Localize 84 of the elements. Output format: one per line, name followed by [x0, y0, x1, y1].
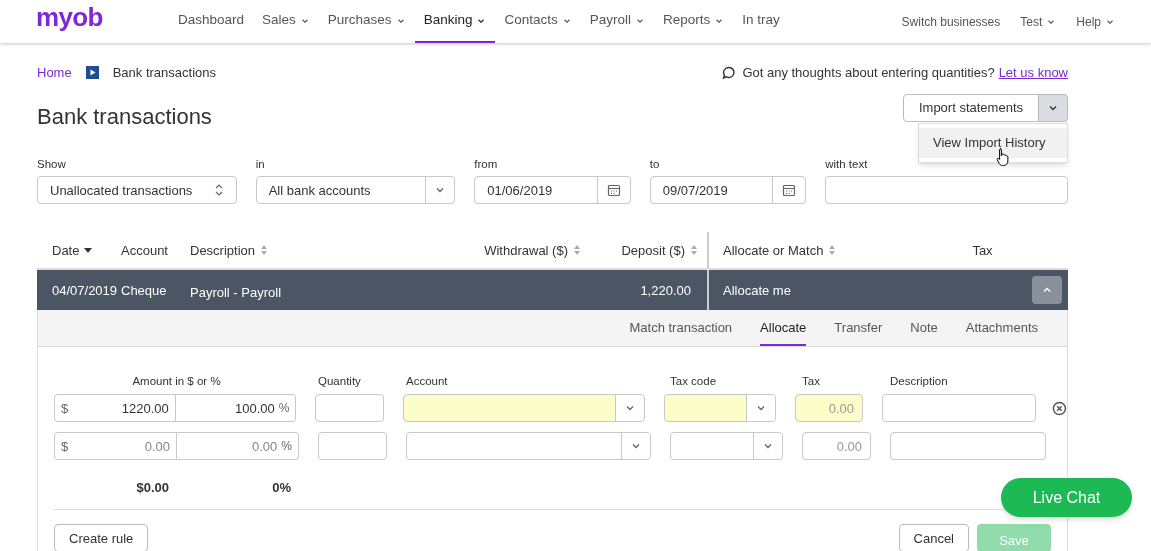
- currency-sign: $: [61, 437, 69, 456]
- quantity-field[interactable]: [318, 432, 387, 461]
- speech-bubble-icon: [722, 65, 737, 80]
- date-field[interactable]: 09/07/2019: [649, 176, 807, 205]
- amount-field[interactable]: $ 1220.00: [54, 394, 176, 423]
- home-link[interactable]: Home: [37, 62, 72, 83]
- column-label: Description: [890, 374, 948, 390]
- play-icon: [85, 66, 99, 79]
- date-field[interactable]: 01/06/2019: [474, 176, 631, 205]
- filter-label: Show: [37, 157, 66, 172]
- column-label: Quantity: [318, 374, 362, 390]
- table-cell-text: Payroll - Payroll: [190, 283, 283, 302]
- quantity-field[interactable]: [315, 394, 384, 423]
- page-title: Bank transactions: [37, 103, 212, 131]
- column-header[interactable]: Account: [121, 240, 168, 260]
- panel-tab[interactable]: Note: [910, 310, 938, 347]
- sort-icon[interactable]: [827, 244, 838, 257]
- updown-icon: [213, 183, 224, 198]
- nav-item[interactable]: Contacts: [495, 0, 581, 43]
- total-amount: $0.00: [135, 478, 169, 497]
- import-menu-button[interactable]: [1039, 94, 1068, 122]
- calendar-icon[interactable]: [782, 183, 797, 198]
- percent-sign: %: [281, 438, 292, 456]
- logo[interactable]: myob: [36, 0, 169, 37]
- column-label: Amount in $ or %: [131, 374, 222, 390]
- percent-sign: %: [278, 400, 290, 418]
- nav-item[interactable]: Reports: [653, 0, 734, 43]
- tax-code-select[interactable]: [670, 432, 783, 461]
- calendar-icon[interactable]: [606, 183, 621, 198]
- panel-tab[interactable]: Match transaction: [629, 310, 733, 347]
- column-header[interactable]: Allocate or Match: [723, 240, 824, 260]
- nav-item[interactable]: Sales: [253, 0, 319, 43]
- column-label: Tax: [802, 374, 821, 390]
- table-cell-text: Cheque: [121, 281, 168, 300]
- panel-tab[interactable]: Transfer: [834, 310, 883, 347]
- filter-label: in: [255, 157, 265, 172]
- currency-sign: $: [61, 399, 69, 418]
- description-field[interactable]: [890, 432, 1046, 461]
- amount-field[interactable]: $ 0.00: [54, 432, 177, 461]
- nav-item[interactable]: Payroll: [580, 0, 654, 43]
- filter-label: from: [474, 157, 498, 172]
- nav-link[interactable]: Switch businesses: [901, 12, 1001, 31]
- filter-label: with text: [825, 157, 868, 172]
- column-header[interactable]: Tax: [972, 240, 993, 260]
- tax-code-select[interactable]: [663, 394, 776, 423]
- column-header[interactable]: Deposit ($): [621, 240, 685, 260]
- description-field[interactable]: [881, 394, 1037, 423]
- panel-tab[interactable]: Attachments: [965, 310, 1038, 347]
- column-label: Account: [406, 374, 449, 390]
- sort-icon[interactable]: [689, 244, 699, 257]
- show-select[interactable]: Unallocated transactions: [37, 176, 237, 205]
- sort-icon[interactable]: [572, 244, 582, 257]
- transaction-row[interactable]: 04/07/2019 Cheque Payroll - Payroll 1,220.00 Allocate me: [37, 270, 1068, 311]
- column-header[interactable]: Date: [52, 240, 80, 260]
- create-rule-button[interactable]: Create rule: [54, 524, 149, 551]
- column-label: Tax code: [670, 374, 718, 390]
- account-select[interactable]: [402, 394, 645, 423]
- nav-item[interactable]: Dashboard: [169, 0, 254, 43]
- percent-field[interactable]: 0.00 %: [177, 432, 299, 461]
- collapse-button[interactable]: [1032, 276, 1062, 305]
- menu-item[interactable]: View Import History: [919, 128, 1067, 158]
- column-header[interactable]: Withdrawal ($): [484, 240, 568, 260]
- nav-item[interactable]: Purchases: [318, 0, 415, 43]
- feedback-text: Got any thoughts about entering quantities?: [742, 63, 995, 82]
- panel-tab[interactable]: Allocate: [760, 310, 807, 347]
- table-cell-text: 1,220.00: [639, 281, 692, 300]
- table-cell-text: 04/07/2019: [51, 281, 119, 300]
- nav-link[interactable]: Test: [1020, 12, 1057, 31]
- text-field[interactable]: [825, 176, 1068, 205]
- import-statements-button[interactable]: Import statements: [902, 94, 1039, 122]
- total-percent: 0%: [271, 478, 291, 497]
- remove-icon[interactable]: [1052, 400, 1067, 416]
- percent-field[interactable]: 100.00 %: [175, 394, 297, 423]
- nav-item[interactable]: Banking: [414, 0, 496, 43]
- nav-link[interactable]: Help: [1076, 12, 1115, 31]
- nav-item[interactable]: In tray: [733, 0, 789, 43]
- feedback-link[interactable]: Let us know: [998, 62, 1068, 83]
- account-select[interactable]: [406, 432, 651, 461]
- sort-icon[interactable]: [259, 244, 270, 257]
- column-header[interactable]: Description: [190, 240, 256, 260]
- cancel-button[interactable]: Cancel: [898, 524, 969, 551]
- account-dropdown[interactable]: All bank accounts: [255, 176, 456, 205]
- breadcrumb-current: Bank transactions: [112, 63, 217, 82]
- filter-label: to: [649, 157, 660, 172]
